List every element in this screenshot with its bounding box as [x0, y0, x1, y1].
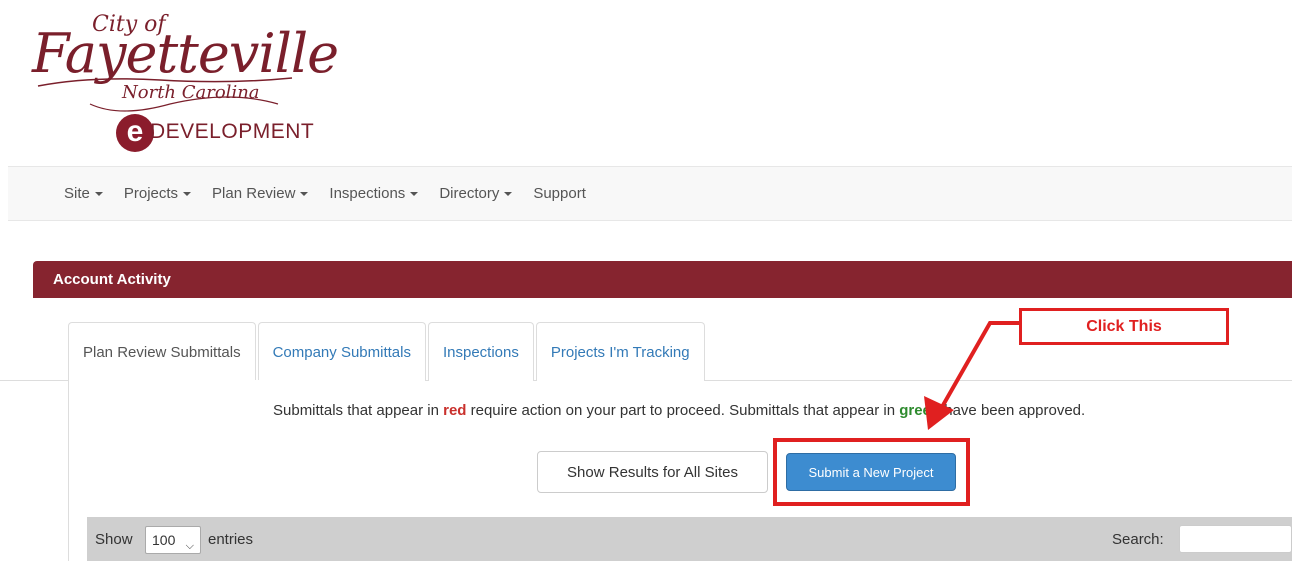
nav-item-support[interactable]: Support — [533, 185, 586, 202]
submittal-legend-text: Submittals that appear in red require ac… — [273, 402, 1085, 419]
main-navbar: Site Projects Plan Review Inspections Di… — [8, 166, 1292, 221]
nav-item-directory[interactable]: Directory — [439, 185, 513, 202]
chevron-down-icon: ⌵ — [185, 540, 194, 552]
nav-item-label: Plan Review — [212, 185, 296, 202]
nav-item-inspections[interactable]: Inspections — [329, 185, 419, 202]
legend-red-word: red — [443, 402, 467, 419]
nav-item-label: Directory — [439, 185, 500, 202]
caret-down-icon — [410, 191, 419, 196]
search-label: Search: — [1112, 531, 1164, 548]
nav-item-label: Projects — [123, 185, 179, 202]
caret-down-icon — [300, 191, 309, 196]
page-size-select[interactable]: 100 ⌵ — [145, 526, 201, 554]
fayetteville-logo: City of Fayetteville North Carolina e DE… — [30, 8, 339, 158]
table-toolbar: Show 100 ⌵ entries Search: — [87, 517, 1292, 561]
caret-down-icon — [504, 191, 513, 196]
nav-item-label: Site — [64, 185, 90, 202]
show-all-sites-button[interactable]: Show Results for All Sites — [537, 451, 768, 493]
caret-down-icon — [94, 191, 103, 196]
submit-new-project-button[interactable]: Submit a New Project — [786, 453, 956, 491]
legend-text-part3: have been approved. — [940, 402, 1086, 419]
panel-heading-account-activity: Account Activity — [33, 261, 1292, 298]
tab-inspections[interactable]: Inspections — [427, 322, 534, 381]
annotation-callout: Click This — [1019, 308, 1229, 345]
nav-list: Site Projects Plan Review Inspections Di… — [8, 167, 1292, 220]
search-input[interactable] — [1179, 525, 1292, 553]
legend-green-word: green — [899, 402, 941, 419]
nav-item-plan-review[interactable]: Plan Review — [212, 185, 309, 202]
nav-item-label: Inspections — [329, 185, 406, 202]
nav-item-site[interactable]: Site — [64, 185, 103, 202]
caret-down-icon — [183, 191, 192, 196]
legend-text-part1: Submittals that appear in — [273, 402, 444, 419]
tab-plan-review-submittals[interactable]: Plan Review Submittals — [68, 322, 256, 381]
logo-e-icon: e — [116, 114, 154, 152]
active-tab-gap — [69, 380, 279, 381]
show-label: Show — [95, 531, 133, 548]
nav-item-label: Support — [533, 185, 586, 202]
nav-item-projects[interactable]: Projects — [123, 185, 192, 202]
logo-development: DEVELOPMENT — [150, 120, 315, 143]
legend-text-part2: require action on your part to proceed. … — [466, 402, 900, 419]
tab-projects-tracking[interactable]: Projects I'm Tracking — [535, 322, 705, 381]
activity-tabs: Plan Review Submittals Company Submittal… — [68, 322, 707, 381]
entries-label: entries — [208, 531, 254, 548]
tab-content-border — [68, 380, 69, 561]
tab-company-submittals[interactable]: Company Submittals — [257, 322, 426, 381]
page-size-value: 100 — [152, 532, 176, 548]
